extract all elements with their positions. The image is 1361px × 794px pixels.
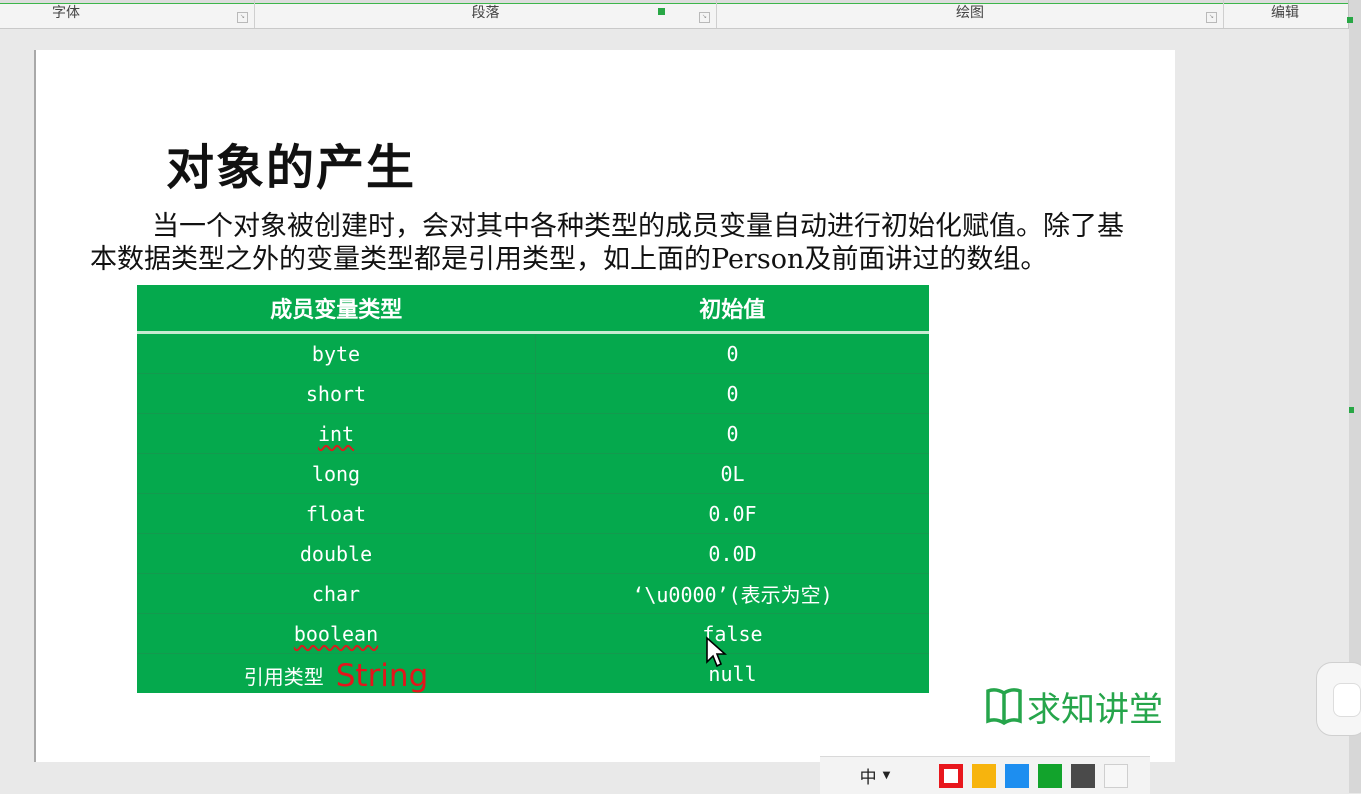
selection-handle-icon[interactable] [658, 8, 665, 15]
value-cell: false [535, 613, 929, 654]
type-cell: 引用类型 String [137, 653, 536, 694]
ribbon-group-label: 编辑 [1271, 5, 1299, 21]
swatch-red[interactable] [939, 763, 963, 788]
type-cell: char [137, 573, 536, 614]
type-cell: boolean [137, 613, 536, 654]
type-cell: int [137, 413, 536, 454]
ribbon-group-editing[interactable]: 编辑 [1224, 0, 1346, 28]
ribbon-group-font[interactable]: 字体 ↘ [0, 0, 255, 28]
handwritten-annotation: String [335, 657, 429, 694]
spellcheck-underlined-text: boolean [293, 621, 379, 646]
swatch-white[interactable] [1104, 763, 1128, 788]
book-icon [986, 688, 1022, 726]
table-row[interactable]: float 0.0F [137, 493, 929, 534]
table-header-type: 成员变量类型 [137, 285, 536, 334]
type-cell: byte [137, 332, 536, 374]
swatch-blue[interactable] [1005, 763, 1029, 788]
dialog-launcher-icon[interactable]: ↘ [699, 12, 710, 23]
ribbon-group-paragraph[interactable]: 段落 ↘ [255, 0, 717, 28]
brand-logo: 求知讲堂 [985, 684, 1163, 730]
type-cell: short [137, 373, 536, 414]
table-row[interactable]: boolean false [137, 613, 929, 654]
value-cell: 0 [535, 332, 929, 374]
value-cell: 0 [535, 413, 929, 454]
ribbon-group-label: 绘图 [956, 5, 984, 21]
swatch-dark-gray[interactable] [1071, 763, 1095, 788]
ribbon-group-drawing[interactable]: 绘图 ↘ [717, 0, 1224, 28]
dialog-launcher-icon[interactable]: ↘ [1206, 12, 1217, 23]
value-cell: 0L [535, 453, 929, 494]
type-cell: float [137, 493, 536, 534]
paragraph-text: 当一个对象被创建时，会对其中各种类型的成员变量自动进行初始化赋值。除了基本数据类… [90, 211, 1124, 275]
table-header-row: 成员变量类型 初始值 [137, 285, 929, 334]
value-cell: 0.0D [535, 533, 929, 574]
table-row[interactable]: short 0 [137, 373, 929, 414]
ribbon: 字体 ↘ 段落 ↘ 绘图 ↘ 编辑 [0, 0, 1349, 29]
table-row[interactable]: byte 0 [137, 332, 929, 374]
table-row[interactable]: int 0 [137, 413, 929, 454]
ime-label: 中 [859, 768, 877, 788]
color-palette-bar: 中 ▼ [820, 756, 1150, 794]
table-row[interactable]: 引用类型 String null [137, 653, 929, 694]
value-cell: 0 [535, 373, 929, 414]
spellcheck-underlined-text: int [317, 421, 355, 446]
logo-text: 求知讲堂 [1027, 689, 1163, 730]
type-cell: double [137, 533, 536, 574]
swatch-green[interactable] [1038, 763, 1062, 788]
selection-handle-icon[interactable] [1347, 17, 1353, 23]
floating-widget-handle[interactable] [1316, 662, 1361, 736]
value-cell: 0.0F [535, 493, 929, 534]
ime-selector[interactable]: 中 ▼ [820, 763, 930, 788]
value-cell: ‘\u0000’(表示为空) [535, 573, 929, 614]
type-cell: long [137, 453, 536, 494]
dialog-launcher-icon[interactable]: ↘ [237, 12, 248, 23]
initial-values-table[interactable]: 成员变量类型 初始值 byte 0 short 0 int 0 long 0L … [137, 285, 929, 694]
table-row[interactable]: long 0L [137, 453, 929, 494]
ribbon-group-label: 字体 [52, 5, 80, 21]
value-cell: null [535, 653, 929, 693]
caret-down-icon: ▼ [882, 770, 891, 781]
table-header-value: 初始值 [535, 285, 929, 334]
table-row[interactable]: char ‘\u0000’(表示为空) [137, 573, 929, 614]
table-row[interactable]: double 0.0D [137, 533, 929, 574]
slide-title[interactable]: 对象的产生 [166, 128, 416, 198]
type-cell-text: 引用类型 [243, 664, 324, 689]
ribbon-group-label: 段落 [471, 5, 500, 21]
slide-paragraph[interactable]: 当一个对象被创建时，会对其中各种类型的成员变量自动进行初始化赋值。除了基本数据类… [90, 210, 1130, 276]
mouse-cursor-icon [706, 636, 727, 668]
swatch-yellow[interactable] [972, 763, 996, 788]
